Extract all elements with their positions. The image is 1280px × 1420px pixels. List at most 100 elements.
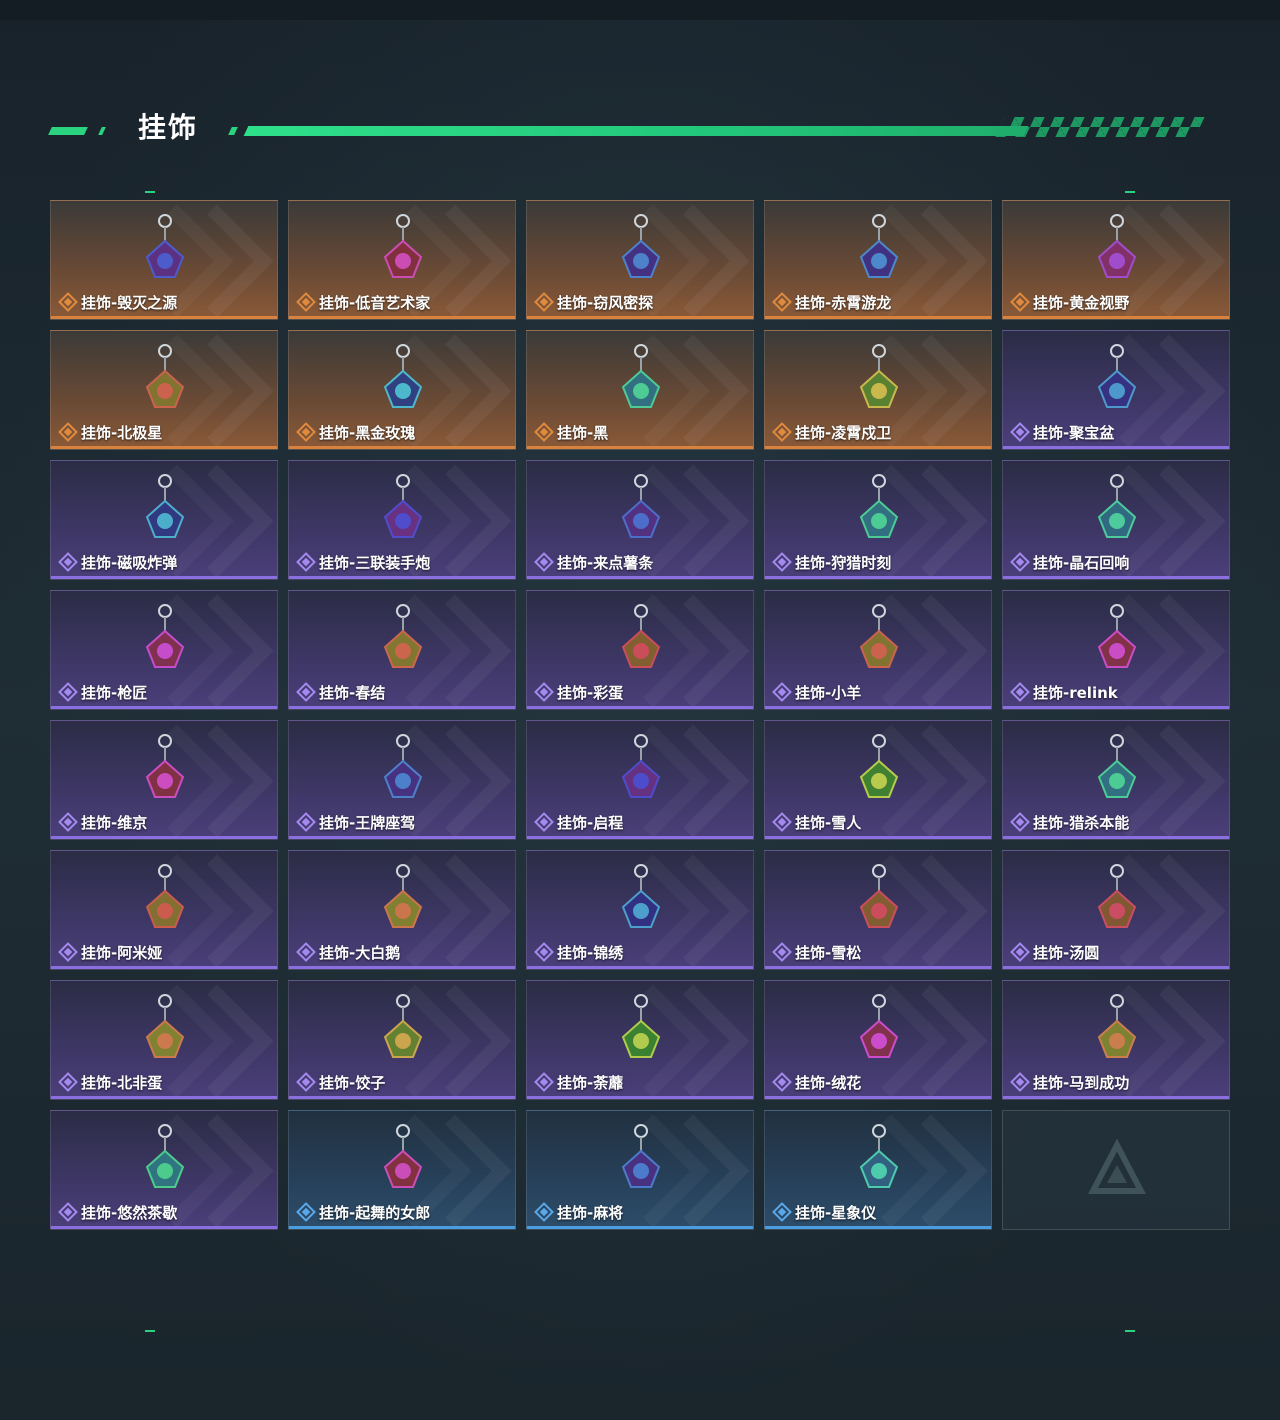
charm-card[interactable]: 挂饰-北非蛋 — [50, 980, 278, 1100]
charm-card[interactable]: 挂饰-马到成功 — [1002, 980, 1230, 1100]
rarity-bar — [289, 576, 515, 579]
charm-card[interactable]: 挂饰-悠然茶歇 — [50, 1110, 278, 1230]
charm-card[interactable]: 挂饰-黑 — [526, 330, 754, 450]
charm-card[interactable]: 挂饰-赤霄游龙 — [764, 200, 992, 320]
rarity-diamond-icon — [772, 292, 792, 312]
rarity-bar — [765, 1226, 991, 1229]
charm-name: 挂饰-大白鹅 — [319, 943, 401, 962]
rarity-diamond-icon — [1010, 1072, 1030, 1092]
charm-card[interactable]: 挂饰-绒花 — [764, 980, 992, 1100]
charm-card[interactable]: 挂饰-雪松 — [764, 850, 992, 970]
amiya-charm-icon — [135, 861, 195, 939]
charm-label: 挂饰-来点薯条 — [534, 552, 653, 572]
charm-card[interactable]: 挂饰-窃风密探 — [526, 200, 754, 320]
charm-label: 挂饰-雪人 — [772, 812, 861, 832]
charm-card[interactable]: 挂饰-小羊 — [764, 590, 992, 710]
charm-card[interactable]: 挂饰-黄金视野 — [1002, 200, 1230, 320]
charm-card[interactable]: 挂饰-星象仪 — [764, 1110, 992, 1230]
rarity-bar — [289, 1096, 515, 1099]
charm-card[interactable]: 挂饰-春结 — [288, 590, 516, 710]
charm-label: 挂饰-马到成功 — [1010, 1072, 1129, 1092]
charm-card[interactable]: 挂饰-彩蛋 — [526, 590, 754, 710]
charm-card[interactable]: 挂饰-荼蘼 — [526, 980, 754, 1100]
rarity-bar — [51, 446, 277, 449]
charm-card[interactable]: 挂饰-饺子 — [288, 980, 516, 1100]
rarity-bar — [765, 446, 991, 449]
rarity-bar — [51, 1226, 277, 1229]
agent-charm-icon — [611, 211, 671, 289]
charm-label: 挂饰-荼蘼 — [534, 1072, 623, 1092]
charm-card[interactable]: 挂饰-锦绣 — [526, 850, 754, 970]
rarity-diamond-icon — [296, 422, 316, 442]
tangyuan-charm-icon — [1087, 861, 1147, 939]
rarity-bar — [51, 576, 277, 579]
charm-card[interactable]: 挂饰-枪匠 — [50, 590, 278, 710]
rarity-diamond-icon — [772, 812, 792, 832]
charm-card[interactable]: 挂饰-麻将 — [526, 1110, 754, 1230]
charm-card[interactable]: 挂饰-雪人 — [764, 720, 992, 840]
charm-name: 挂饰-雪松 — [795, 943, 862, 962]
rarity-diamond-icon — [1010, 422, 1030, 442]
charm-card[interactable]: 挂饰-猎杀本能 — [1002, 720, 1230, 840]
charm-label: 挂饰-彩蛋 — [534, 682, 623, 702]
charm-card[interactable]: 挂饰-晶石回响 — [1002, 460, 1230, 580]
tag-charm-icon — [611, 341, 671, 419]
charm-card[interactable]: 挂饰-阿米娅 — [50, 850, 278, 970]
goose-charm-icon — [373, 861, 433, 939]
rarity-diamond-icon — [534, 292, 554, 312]
rose-charm-icon — [373, 341, 433, 419]
charm-card[interactable]: 挂饰-汤圆 — [1002, 850, 1230, 970]
charm-card[interactable]: 挂饰-relink — [1002, 590, 1230, 710]
charm-card[interactable]: 挂饰-王牌座驾 — [288, 720, 516, 840]
crystal-charm-icon — [1087, 471, 1147, 549]
dragon-charm-icon — [135, 211, 195, 289]
rarity-diamond-icon — [534, 1072, 554, 1092]
charm-label: 挂饰-雪松 — [772, 942, 862, 962]
dancer-charm-icon — [373, 1121, 433, 1199]
gunsmith-charm-icon — [135, 601, 195, 679]
charm-card[interactable]: 挂饰-黑金玫瑰 — [288, 330, 516, 450]
rarity-bar — [765, 706, 991, 709]
charm-label: 挂饰-小羊 — [772, 682, 861, 702]
charm-name: 挂饰-晶石回响 — [1033, 553, 1130, 572]
charm-label: 挂饰-窃风密探 — [534, 292, 653, 312]
charm-card[interactable]: 挂饰-聚宝盆 — [1002, 330, 1230, 450]
charm-name: 挂饰-猎杀本能 — [1033, 813, 1130, 832]
fries-charm-icon — [611, 471, 671, 549]
charm-name: 挂饰-凌霄戍卫 — [795, 423, 892, 442]
charm-name: 挂饰-锦绣 — [557, 943, 624, 962]
charm-label: 挂饰-晶石回响 — [1010, 552, 1130, 572]
charm-card[interactable]: 挂饰-狩猎时刻 — [764, 460, 992, 580]
charm-card[interactable]: 挂饰-北极星 — [50, 330, 278, 450]
charm-card[interactable]: 挂饰-启程 — [526, 720, 754, 840]
header-accent-bar — [228, 127, 238, 135]
charm-label: 挂饰-毁灭之源 — [58, 292, 177, 312]
charm-name: 挂饰-聚宝盆 — [1033, 423, 1115, 442]
dumpling-charm-icon — [373, 991, 433, 1069]
charm-label: 挂饰-磁吸炸弹 — [58, 552, 178, 572]
astrolabe-charm-icon — [849, 1121, 909, 1199]
charm-card[interactable]: 挂饰-三联装手炮 — [288, 460, 516, 580]
page-title: 挂饰 — [138, 111, 199, 144]
charm-card[interactable]: 挂饰-维京 — [50, 720, 278, 840]
charm-card[interactable]: 挂饰-磁吸炸弹 — [50, 460, 278, 580]
charm-label: 挂饰-锦绣 — [534, 942, 624, 962]
charm-card[interactable]: 挂饰-来点薯条 — [526, 460, 754, 580]
rarity-diamond-icon — [772, 682, 792, 702]
charm-card[interactable]: 挂饰-凌霄戍卫 — [764, 330, 992, 450]
butterfly-charm-icon — [611, 861, 671, 939]
corner-tick — [1125, 1330, 1135, 1332]
charm-card[interactable]: 挂饰-低音艺术家 — [288, 200, 516, 320]
rarity-diamond-icon — [296, 292, 316, 312]
charm-name: 挂饰-绒花 — [795, 1073, 862, 1092]
charm-label: 挂饰-低音艺术家 — [296, 292, 430, 312]
charm-card[interactable]: 挂饰-起舞的女郎 — [288, 1110, 516, 1230]
rarity-bar — [1003, 316, 1229, 319]
charm-card[interactable]: 挂饰-毁灭之源 — [50, 200, 278, 320]
charm-card[interactable]: 挂饰-大白鹅 — [288, 850, 516, 970]
charm-name: 挂饰-维京 — [81, 813, 148, 832]
rarity-diamond-icon — [296, 1072, 316, 1092]
charm-name: 挂饰-磁吸炸弹 — [81, 553, 178, 572]
rarity-diamond-icon — [58, 812, 78, 832]
hand-cannon-charm-icon — [373, 471, 433, 549]
